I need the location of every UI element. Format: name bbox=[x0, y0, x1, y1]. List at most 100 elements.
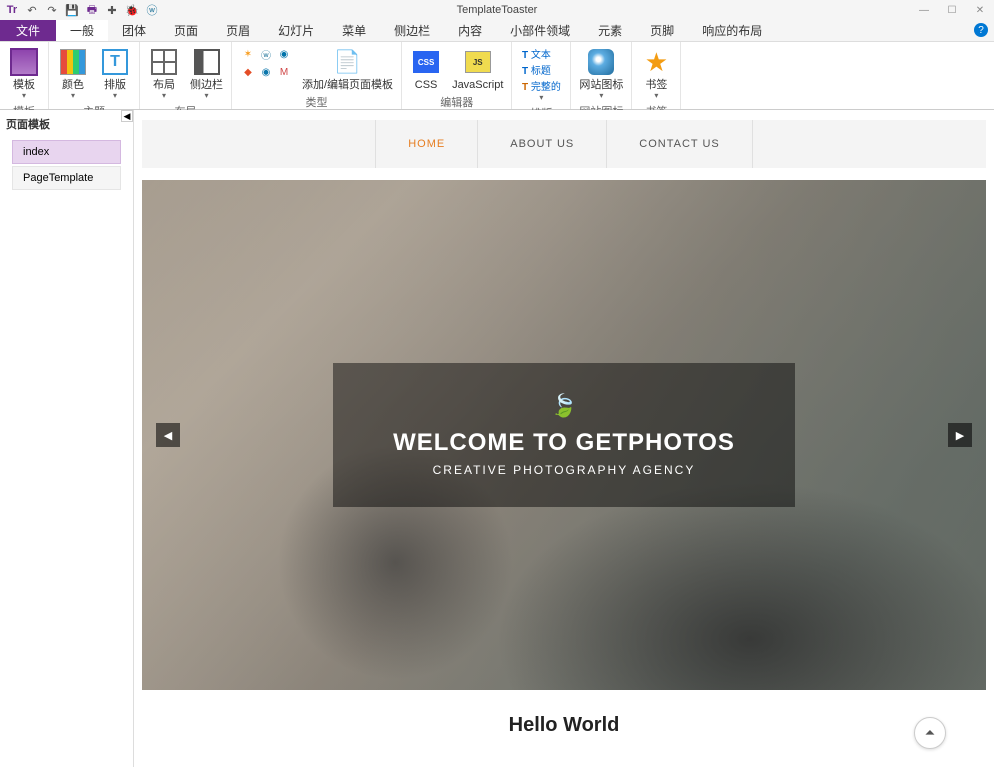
typography-label: 排版 bbox=[104, 79, 126, 91]
add-edit-template-button[interactable]: 📄 添加/编辑页面模板 bbox=[298, 44, 397, 93]
template-icon bbox=[10, 48, 38, 76]
hero-overlay: 🍃 WELCOME TO GETPHOTOS CREATIVE PHOTOGRA… bbox=[333, 363, 795, 507]
group-editor: CSS CSS JS JavaScript 编辑器 bbox=[402, 42, 512, 109]
workspace: ◀ 页面模板 index PageTemplate HOME ABOUT US … bbox=[0, 110, 994, 767]
nav-contact[interactable]: CONTACT US bbox=[607, 120, 753, 168]
title-bar: Tr ↶ ↷ 💾 🖶 ✚ 🐞 ⓦ TemplateToaster — ☐ ✕ bbox=[0, 0, 994, 20]
qa-icon-0[interactable]: Tr bbox=[4, 2, 20, 18]
window-controls: — ☐ ✕ bbox=[910, 1, 994, 19]
panel-item-index[interactable]: index bbox=[12, 140, 121, 164]
panel-item-pagetemplate[interactable]: PageTemplate bbox=[12, 166, 121, 190]
layout-icon bbox=[151, 49, 177, 75]
typography-icon bbox=[102, 49, 128, 75]
sidebar-icon bbox=[194, 49, 220, 75]
group-typography: T 文本 T 标题 T 完整的 ▾ 排版 bbox=[512, 42, 571, 109]
favicon-button[interactable]: 网站图标 ▾ bbox=[575, 44, 627, 102]
bookmark-label: 书签 bbox=[645, 79, 667, 91]
typography-button[interactable]: 排版 ▾ bbox=[95, 44, 135, 102]
color-label: 颜色 bbox=[62, 79, 84, 91]
text-button[interactable]: T 文本 T 标题 T 完整的 ▾ bbox=[516, 44, 566, 104]
hero-slideshow: ◀ 🍃 WELCOME TO GETPHOTOS CREATIVE PHOTOG… bbox=[142, 180, 986, 690]
full-icon: T 完整的 bbox=[522, 78, 561, 93]
tab-general[interactable]: 一般 bbox=[56, 20, 108, 41]
group-theme: 颜色 ▾ 排版 ▾ 主题 bbox=[49, 42, 140, 109]
redo-icon[interactable]: ↷ bbox=[44, 2, 60, 18]
panel-header: 页面模板 bbox=[0, 110, 133, 138]
chevron-down-icon: ▾ bbox=[162, 91, 166, 100]
site-nav: HOME ABOUT US CONTACT US bbox=[142, 120, 986, 168]
leaf-icon: 🍃 bbox=[393, 393, 735, 419]
chevron-down-icon: ▾ bbox=[539, 93, 543, 102]
template-label: 模板 bbox=[13, 79, 35, 91]
tab-elements[interactable]: 元素 bbox=[584, 20, 636, 41]
css-button[interactable]: CSS CSS bbox=[406, 44, 446, 93]
hero-subtitle: CREATIVE PHOTOGRAPHY AGENCY bbox=[393, 463, 735, 477]
layout-label: 布局 bbox=[153, 79, 175, 91]
tab-menu[interactable]: 菜单 bbox=[328, 20, 380, 41]
add-edit-template-label: 添加/编辑页面模板 bbox=[302, 79, 393, 91]
text-icon: T 文本 bbox=[522, 46, 551, 61]
scroll-to-top-button[interactable]: ⏶ bbox=[914, 717, 946, 749]
star-icon: ★ bbox=[640, 46, 672, 78]
help-icon[interactable]: ? bbox=[974, 23, 988, 37]
design-canvas[interactable]: HOME ABOUT US CONTACT US ◀ 🍃 WELCOME TO … bbox=[134, 110, 994, 767]
tab-header[interactable]: 页眉 bbox=[212, 20, 264, 41]
nav-about[interactable]: ABOUT US bbox=[478, 120, 607, 168]
maximize-button[interactable]: ☐ bbox=[938, 1, 966, 19]
cms-grid-button[interactable]: ✶ ⓦ ◉ ◆ ◉ M bbox=[236, 44, 296, 82]
file-tab[interactable]: 文件 bbox=[0, 20, 56, 41]
group-label-editor: 编辑器 bbox=[406, 93, 507, 111]
heading-icon: T 标题 bbox=[522, 62, 551, 77]
tab-body[interactable]: 团体 bbox=[108, 20, 160, 41]
js-button[interactable]: JS JavaScript bbox=[448, 44, 507, 93]
tab-footer[interactable]: 页脚 bbox=[636, 20, 688, 41]
chevron-down-icon: ▾ bbox=[654, 91, 658, 100]
tab-responsive[interactable]: 响应的布局 bbox=[688, 20, 776, 41]
sidebar-button[interactable]: 侧边栏 ▾ bbox=[186, 44, 227, 102]
print-icon[interactable]: 🖶 bbox=[84, 2, 100, 18]
group-bookmark: ★ 书签 ▾ 书签 bbox=[632, 42, 681, 109]
color-button[interactable]: 颜色 ▾ bbox=[53, 44, 93, 102]
group-type: ✶ ⓦ ◉ ◆ ◉ M 📄 添加/编辑页面模板 类型 bbox=[232, 42, 402, 109]
undo-icon[interactable]: ↶ bbox=[24, 2, 40, 18]
css-icon: CSS bbox=[413, 51, 439, 73]
addpage-icon: 📄 bbox=[332, 46, 364, 78]
slide-prev-button[interactable]: ◀ bbox=[156, 423, 180, 447]
chevron-down-icon: ▾ bbox=[113, 91, 117, 100]
favicon-icon bbox=[588, 49, 614, 75]
tab-sidebar[interactable]: 侧边栏 bbox=[380, 20, 444, 41]
tab-content[interactable]: 内容 bbox=[444, 20, 496, 41]
save-icon[interactable]: 💾 bbox=[64, 2, 80, 18]
quick-access-toolbar: Tr ↶ ↷ 💾 🖶 ✚ 🐞 ⓦ bbox=[0, 2, 160, 18]
add-icon[interactable]: ✚ bbox=[104, 2, 120, 18]
wordpress-icon[interactable]: ⓦ bbox=[144, 2, 160, 18]
content-title: Hello World bbox=[142, 714, 986, 737]
nav-home[interactable]: HOME bbox=[375, 120, 478, 168]
minimize-button[interactable]: — bbox=[910, 1, 938, 19]
chevron-down-icon: ▾ bbox=[22, 91, 26, 100]
window-title: TemplateToaster bbox=[457, 4, 538, 16]
tab-page[interactable]: 页面 bbox=[160, 20, 212, 41]
collapse-panel-icon[interactable]: ◀ bbox=[121, 110, 133, 122]
ribbon-tabstrip: 文件 一般 团体 页面 页眉 幻灯片 菜单 侧边栏 内容 小部件领域 元素 页脚… bbox=[0, 20, 994, 42]
js-icon: JS bbox=[465, 51, 491, 73]
group-label-type: 类型 bbox=[236, 93, 397, 111]
group-layout: 布局 ▾ 侧边栏 ▾ 布局 bbox=[140, 42, 232, 109]
side-panel: ◀ 页面模板 index PageTemplate bbox=[0, 110, 134, 767]
favicon-label: 网站图标 bbox=[579, 79, 623, 91]
tab-widget[interactable]: 小部件领域 bbox=[496, 20, 584, 41]
chevron-down-icon: ▾ bbox=[204, 91, 208, 100]
tab-slideshow[interactable]: 幻灯片 bbox=[264, 20, 328, 41]
color-icon bbox=[60, 49, 86, 75]
debug-icon[interactable]: 🐞 bbox=[124, 2, 140, 18]
close-button[interactable]: ✕ bbox=[966, 1, 994, 19]
bookmark-button[interactable]: ★ 书签 ▾ bbox=[636, 44, 676, 102]
group-template: 模板 ▾ 模板 bbox=[0, 42, 49, 109]
chevron-down-icon: ▾ bbox=[71, 91, 75, 100]
slide-next-button[interactable]: ▶ bbox=[948, 423, 972, 447]
ribbon: 模板 ▾ 模板 颜色 ▾ 排版 ▾ 主题 布局 ▾ bbox=[0, 42, 994, 110]
template-button[interactable]: 模板 ▾ bbox=[4, 44, 44, 102]
js-label: JavaScript bbox=[452, 79, 503, 91]
css-label: CSS bbox=[415, 79, 438, 91]
layout-button[interactable]: 布局 ▾ bbox=[144, 44, 184, 102]
